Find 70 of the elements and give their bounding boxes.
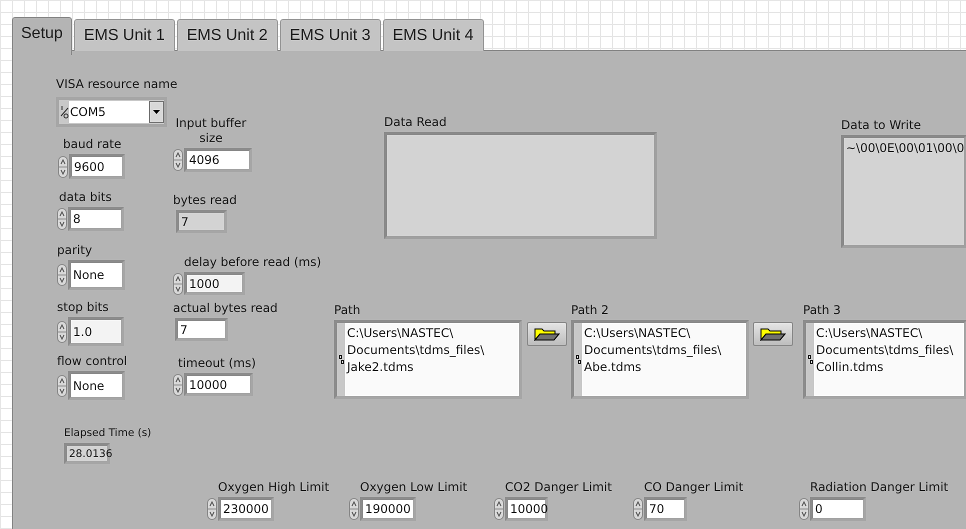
spinner-icon[interactable] bbox=[57, 374, 67, 396]
tab[interactable]: EMS Unit 4 bbox=[382, 19, 484, 51]
path-field[interactable]: C:\Users\NASTEC\ Documents\tdms_files\ Jake2.tdms bbox=[334, 320, 522, 399]
path-icon bbox=[808, 355, 812, 364]
tab[interactable]: EMS Unit 3 bbox=[280, 19, 381, 51]
numeric-field[interactable]: 4096 bbox=[184, 148, 252, 172]
browse-button[interactable] bbox=[527, 322, 567, 346]
spinner-icon[interactable] bbox=[349, 498, 359, 520]
path-field[interactable]: C:\Users\NASTEC\ Documents\tdms_files\ Abe.tdms bbox=[571, 320, 749, 399]
numeric-field[interactable]: 0 bbox=[810, 497, 866, 521]
control-label: Data Read bbox=[384, 115, 447, 130]
control-label: Elapsed Time (s) bbox=[64, 426, 152, 441]
spinner-icon[interactable] bbox=[799, 498, 809, 520]
spinner-icon[interactable] bbox=[57, 320, 67, 342]
browse-button[interactable] bbox=[753, 322, 793, 346]
control-label: bytes read bbox=[173, 193, 237, 208]
control-label: Input buffer size bbox=[174, 116, 248, 146]
numeric-field[interactable]: 7 bbox=[175, 318, 228, 341]
control-label: Radiation Danger Limit bbox=[810, 480, 948, 495]
spinner-icon[interactable] bbox=[173, 149, 183, 171]
value-display: 28.0136 bbox=[64, 443, 110, 464]
control-label: Oxygen Low Limit bbox=[360, 480, 468, 495]
folder-icon bbox=[534, 327, 560, 341]
spinner-icon[interactable] bbox=[173, 374, 183, 396]
control-label: Path 2 bbox=[571, 303, 609, 318]
numeric-field[interactable]: 8 bbox=[68, 207, 124, 231]
control-label: Oxygen High Limit bbox=[218, 480, 330, 495]
numeric-field[interactable]: 70 bbox=[644, 497, 687, 521]
control-label: Data to Write bbox=[841, 118, 922, 133]
control-label: flow control bbox=[57, 354, 128, 369]
path-icon bbox=[338, 355, 344, 364]
spinner-icon[interactable] bbox=[57, 208, 67, 230]
numeric-field[interactable]: 1000 bbox=[184, 272, 245, 295]
control-label: delay before read (ms) bbox=[184, 255, 322, 270]
value-display: 7 bbox=[176, 210, 227, 233]
spinner-icon[interactable] bbox=[58, 156, 68, 178]
tab[interactable]: Setup bbox=[12, 17, 72, 55]
tab[interactable]: EMS Unit 2 bbox=[176, 19, 278, 51]
control-label: Path bbox=[334, 303, 360, 318]
io-icon bbox=[60, 105, 69, 119]
numeric-field[interactable]: 9600 bbox=[69, 154, 125, 179]
resource-dropdown[interactable]: COM5 bbox=[56, 97, 167, 127]
control-label: parity bbox=[57, 243, 92, 258]
spinner-icon[interactable] bbox=[633, 498, 643, 520]
control-label: CO2 Danger Limit bbox=[505, 480, 612, 495]
path-field[interactable]: C:\Users\NASTEC\ Documents\tdms_files\ Collin.tdms bbox=[803, 320, 966, 399]
tab[interactable]: EMS Unit 1 bbox=[74, 19, 175, 51]
control-label: CO Danger Limit bbox=[644, 480, 744, 495]
numeric-field[interactable]: 10000 bbox=[184, 373, 253, 396]
control-label: Path 3 bbox=[803, 303, 841, 318]
control-label: actual bytes read bbox=[173, 301, 278, 316]
control-label: stop bits bbox=[57, 300, 109, 315]
control-label: data bits bbox=[59, 190, 112, 205]
spinner-icon[interactable] bbox=[173, 272, 183, 294]
control-label: baud rate bbox=[63, 137, 122, 152]
caret-icon bbox=[153, 110, 160, 114]
numeric-field[interactable]: None bbox=[68, 371, 125, 400]
numeric-field[interactable]: 1.0 bbox=[68, 317, 124, 346]
spinner-icon[interactable] bbox=[207, 498, 217, 520]
control-label: VISA resource name bbox=[56, 77, 178, 92]
numeric-field[interactable]: 190000 bbox=[360, 497, 416, 521]
numeric-field[interactable]: None bbox=[68, 260, 125, 290]
numeric-field[interactable]: 230000 bbox=[218, 497, 274, 521]
folder-icon bbox=[760, 327, 786, 341]
spinner-icon[interactable] bbox=[494, 498, 504, 520]
spinner-icon[interactable] bbox=[57, 264, 67, 286]
numeric-field[interactable]: 10000 bbox=[505, 497, 548, 521]
path-icon bbox=[576, 355, 580, 364]
control-label: timeout (ms) bbox=[178, 356, 256, 371]
string-field[interactable]: ~\00\0E\00\01\00\0 bbox=[841, 135, 966, 248]
